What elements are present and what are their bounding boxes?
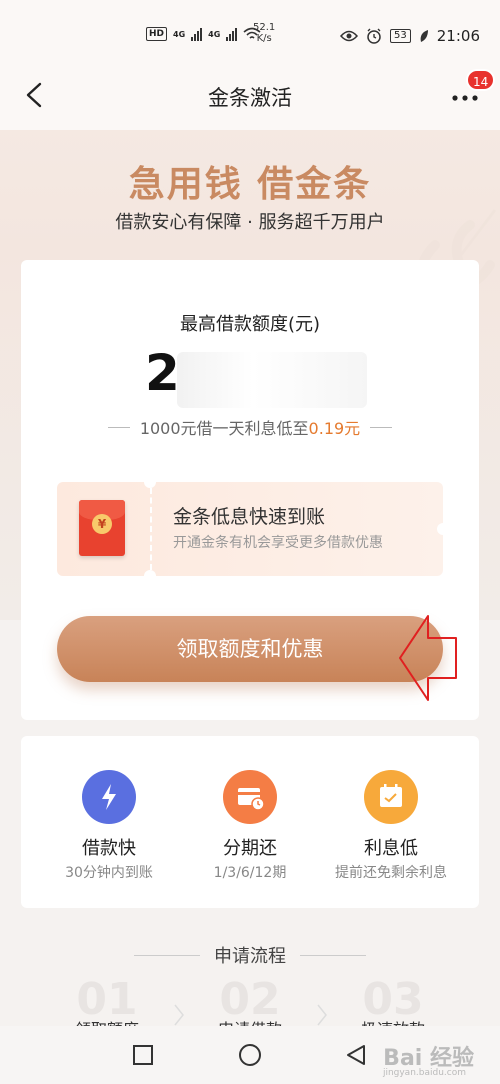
credit-limit-mask <box>177 352 367 408</box>
process-section-title: 申请流程 <box>0 942 500 968</box>
feature-item: 利息低 提前还免剩余利息 <box>315 736 467 908</box>
card-clock-icon <box>223 770 277 824</box>
feature-item: 借款快 30分钟内到账 <box>33 736 185 908</box>
feature-name: 分期还 <box>223 838 277 859</box>
network-label-1: 4G <box>173 29 186 39</box>
coupon-title: 金条低息快速到账 <box>173 506 326 528</box>
signal-icon-1 <box>191 27 203 41</box>
claim-limit-button[interactable]: 领取额度和优惠 <box>57 616 443 682</box>
credit-limit-value: 2 <box>145 344 180 402</box>
leaf-icon <box>420 30 428 42</box>
page-title: 金条激活 <box>208 86 292 110</box>
network-speed: 52.1 K/s <box>253 22 276 44</box>
interest-info: 1000元借一天利息低至0.19元 <box>21 415 479 439</box>
red-envelope-icon: ¥ <box>79 500 125 556</box>
feature-desc: 1/3/6/12期 <box>213 865 287 881</box>
nav-bar: 金条激活 <box>0 60 500 130</box>
alarm-icon <box>367 28 381 44</box>
interest-value: 0.19元 <box>308 419 361 438</box>
signal-icon-2 <box>226 27 238 41</box>
feature-item: 分期还 1/3/6/12期 <box>174 736 326 908</box>
credit-limit-label: 最高借款额度(元) <box>179 314 321 335</box>
annotation-arrow-icon <box>399 615 457 701</box>
watermark-url: jingyan.baidu.com <box>382 1068 466 1078</box>
feature-desc: 提前还免剩余利息 <box>335 865 447 881</box>
features-card: 借款快 30分钟内到账 分期还 1/3/6/12期 利息低 提前还免剩余利息 <box>21 736 479 908</box>
hd-icon: HD <box>146 27 168 41</box>
interest-prefix: 1000元借一天利息低至 <box>139 419 309 438</box>
coupon-description: 开通金条有机会享受更多借款优惠 <box>173 535 383 551</box>
eye-icon <box>340 30 359 42</box>
notification-badge: 14 <box>466 69 496 91</box>
coupon-banner[interactable]: ¥ 金条低息快速到账 开通金条有机会享受更多借款优惠 <box>57 476 449 582</box>
status-bar: HD 4G 4G 52.1 K/s 53 21:06 <box>0 0 500 60</box>
system-back-button[interactable] <box>344 1043 368 1067</box>
hero-title: 急用钱 借金条 <box>128 164 372 205</box>
feature-name: 利息低 <box>364 838 418 859</box>
feature-name: 借款快 <box>82 838 136 859</box>
lightning-icon <box>82 770 136 824</box>
hero-subtitle: 借款安心有保障 · 服务超千万用户 <box>115 212 385 233</box>
feature-desc: 30分钟内到账 <box>65 865 153 881</box>
home-button[interactable] <box>238 1043 262 1067</box>
recent-apps-button[interactable] <box>131 1043 155 1067</box>
battery-indicator: 53 <box>390 29 411 43</box>
clock-time: 21:06 <box>436 27 480 45</box>
calendar-check-icon <box>364 770 418 824</box>
network-label-2: 4G <box>208 29 221 39</box>
